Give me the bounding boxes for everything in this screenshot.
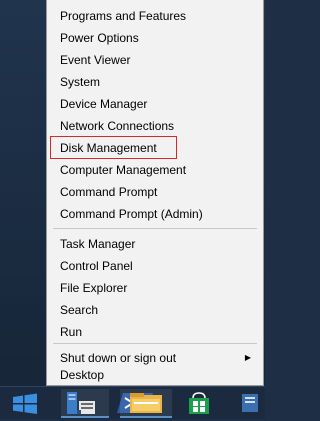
- menu-item-command-prompt[interactable]: Command Prompt: [47, 181, 263, 203]
- taskbar: [0, 386, 265, 419]
- menu-item-command-prompt-admin[interactable]: Command Prompt (Admin): [47, 203, 263, 225]
- server-manager-icon[interactable]: [61, 389, 109, 418]
- menu-item-event-viewer[interactable]: Event Viewer: [47, 49, 263, 71]
- menu-item-search[interactable]: Search: [47, 299, 263, 321]
- taskbar-extra-icon[interactable]: [236, 389, 265, 418]
- menu-item-disk-management[interactable]: Disk Management: [47, 137, 263, 159]
- menu-item-run[interactable]: Run: [47, 321, 263, 343]
- menu-item-programs-and-features[interactable]: Programs and Features: [47, 5, 263, 27]
- menu-item-label: Shut down or sign out: [60, 351, 177, 365]
- file-explorer-icon[interactable]: [120, 389, 172, 418]
- menu-item-task-manager[interactable]: Task Manager: [47, 233, 263, 255]
- menu-item-network-connections[interactable]: Network Connections: [47, 115, 263, 137]
- menu-separator: [53, 228, 257, 229]
- menu-item-desktop[interactable]: Desktop: [47, 369, 263, 385]
- menu-item-device-manager[interactable]: Device Manager: [47, 93, 263, 115]
- menu-item-control-panel[interactable]: Control Panel: [47, 255, 263, 277]
- submenu-arrow-icon: ▶: [244, 353, 251, 362]
- windows-start-icon[interactable]: [10, 392, 40, 416]
- menu-item-file-explorer[interactable]: File Explorer: [47, 277, 263, 299]
- menu-item-computer-management[interactable]: Computer Management: [47, 159, 263, 181]
- menu-item-system[interactable]: System: [47, 71, 263, 93]
- menu-item-power-options[interactable]: Power Options: [47, 27, 263, 49]
- menu-separator: [53, 343, 257, 344]
- menu-item-shut-down-or-sign-out[interactable]: Shut down or sign out ▶: [47, 347, 263, 369]
- windows-store-icon[interactable]: [175, 389, 223, 418]
- quick-link-menu: Programs and Features Power Options Even…: [46, 0, 264, 386]
